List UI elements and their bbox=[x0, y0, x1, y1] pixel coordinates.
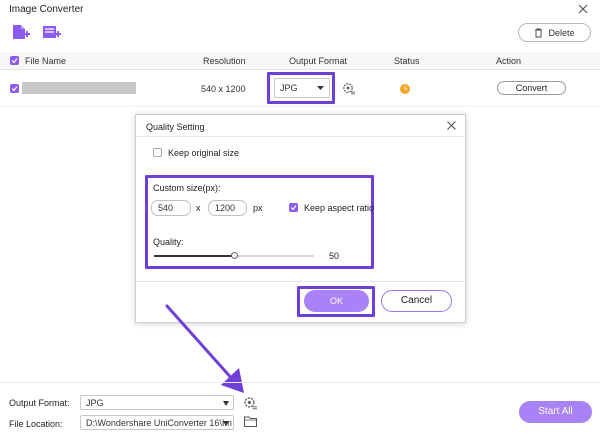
file-location-value: D:\Wondershare UniConverter 16\Im bbox=[86, 418, 232, 428]
height-input[interactable]: 1200 bbox=[208, 200, 247, 216]
window-title: Image Converter bbox=[9, 4, 84, 15]
header-action: Action bbox=[496, 56, 522, 66]
highlight-ok-box bbox=[297, 286, 375, 317]
keep-original-label: Keep original size bbox=[168, 148, 240, 158]
status-clock-icon bbox=[400, 84, 410, 94]
highlight-format-box bbox=[267, 72, 335, 104]
table-header: File Name Resolution Output Format Statu… bbox=[0, 52, 600, 70]
file-location-select[interactable]: D:\Wondershare UniConverter 16\Im bbox=[80, 415, 234, 430]
folder-icon[interactable] bbox=[244, 416, 257, 427]
quality-label: Quality: bbox=[153, 237, 184, 247]
unit-label: px bbox=[253, 203, 263, 213]
quality-slider-thumb[interactable] bbox=[231, 252, 238, 259]
chevron-down-icon bbox=[223, 401, 229, 406]
header-resolution: Resolution bbox=[203, 56, 246, 66]
footer-settings-gear-icon[interactable] bbox=[243, 395, 258, 410]
width-input[interactable]: 540 bbox=[151, 200, 191, 216]
table-row: 540 x 1200 JPG Convert bbox=[0, 70, 600, 107]
dialog-footer-divider bbox=[136, 281, 465, 282]
file-name-redacted bbox=[22, 82, 136, 94]
custom-size-label: Custom size(px): bbox=[153, 183, 221, 193]
output-format-label: Output Format: bbox=[9, 398, 70, 408]
start-all-button[interactable]: Start All bbox=[519, 401, 592, 423]
dialog-title: Quality Setting bbox=[146, 122, 205, 132]
header-output-format: Output Format bbox=[289, 56, 348, 66]
select-all-checkbox[interactable] bbox=[10, 56, 19, 65]
trash-icon bbox=[535, 28, 543, 37]
footer-output-format-select[interactable]: JPG bbox=[80, 395, 234, 410]
quality-slider-fill bbox=[154, 255, 234, 257]
file-location-label: File Location: bbox=[9, 419, 63, 429]
times-symbol: x bbox=[196, 203, 201, 213]
delete-button[interactable]: Delete bbox=[518, 23, 591, 42]
chevron-down-icon bbox=[223, 421, 229, 426]
header-file-name: File Name bbox=[25, 56, 67, 66]
header-status: Status bbox=[394, 56, 420, 66]
footer-output-format-value: JPG bbox=[86, 398, 104, 408]
cancel-button[interactable]: Cancel bbox=[381, 290, 452, 312]
settings-gear-icon[interactable] bbox=[342, 81, 356, 95]
keep-aspect-checkbox[interactable] bbox=[289, 203, 298, 212]
add-folder-icon[interactable] bbox=[42, 24, 62, 42]
keep-aspect-label: Keep aspect ratio bbox=[304, 203, 375, 213]
row-checkbox[interactable] bbox=[10, 84, 19, 93]
dialog-divider bbox=[136, 136, 465, 137]
row-resolution: 540 x 1200 bbox=[201, 84, 246, 94]
quality-value: 50 bbox=[329, 251, 340, 261]
add-file-icon[interactable] bbox=[11, 24, 31, 42]
footer-bar: Output Format: JPG File Location: D:\Won… bbox=[0, 382, 600, 433]
convert-button[interactable]: Convert bbox=[497, 81, 566, 95]
dialog-close-icon[interactable] bbox=[446, 120, 457, 131]
delete-label: Delete bbox=[548, 27, 575, 38]
quality-slider[interactable] bbox=[154, 252, 314, 259]
keep-original-checkbox[interactable] bbox=[153, 148, 162, 157]
window-close-icon[interactable] bbox=[576, 2, 590, 16]
quality-setting-dialog: Quality Setting Keep original size Custo… bbox=[135, 114, 466, 323]
